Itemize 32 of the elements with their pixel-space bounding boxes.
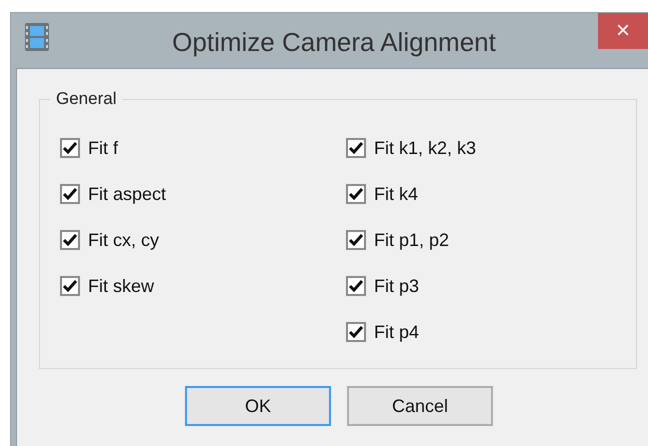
checkmark-icon: [349, 326, 363, 338]
dialog-button[interactable]: Cancel: [347, 386, 493, 426]
checkmark-icon: [63, 142, 77, 154]
window-title: Optimize Camera Alignment: [171, 26, 497, 59]
checkbox-option[interactable]: Fit p1, p2: [346, 228, 476, 252]
checkmark-icon: [349, 188, 363, 200]
checkbox[interactable]: [60, 230, 80, 250]
checkbox[interactable]: [60, 138, 80, 158]
checkbox-option[interactable]: Fit k1, k2, k3: [346, 136, 476, 160]
checkbox-option[interactable]: Fit p3: [346, 274, 476, 298]
close-button[interactable]: ×: [598, 13, 648, 49]
checkbox-option[interactable]: Fit aspect: [60, 182, 346, 206]
checkbox[interactable]: [346, 276, 366, 296]
checkmark-icon: [63, 188, 77, 200]
checkbox-option[interactable]: Fit skew: [60, 274, 346, 298]
checkmark-icon: [349, 280, 363, 292]
checkmark-icon: [63, 280, 77, 292]
checkmark-icon: [349, 234, 363, 246]
checkbox[interactable]: [60, 276, 80, 296]
checkbox[interactable]: [346, 138, 366, 158]
checkbox[interactable]: [346, 184, 366, 204]
checkmark-icon: [349, 142, 363, 154]
checkbox[interactable]: [346, 322, 366, 342]
film-icon: [24, 22, 50, 52]
checkbox-option[interactable]: Fit f: [60, 136, 346, 160]
checkbox-option[interactable]: Fit p4: [346, 320, 476, 344]
checkbox[interactable]: [60, 184, 80, 204]
checkbox-option[interactable]: Fit k4: [346, 182, 476, 206]
checkmark-icon: [63, 234, 77, 246]
checkbox-option[interactable]: Fit cx, cy: [60, 228, 346, 252]
dialog-button[interactable]: OK: [185, 386, 331, 426]
checkbox[interactable]: [346, 230, 366, 250]
